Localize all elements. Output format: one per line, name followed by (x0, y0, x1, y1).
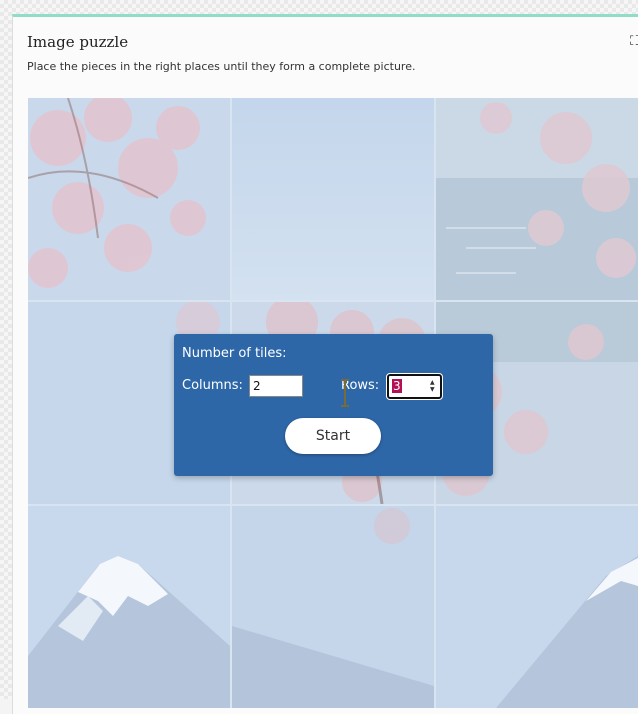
rows-value: 3 (392, 379, 402, 393)
tile-settings-dialog: Number of tiles: Columns: 2 Rows: 3 ▲ ▼ S… (174, 334, 493, 476)
columns-label: Columns: (182, 378, 243, 393)
expand-icon[interactable]: ⛶ (630, 35, 638, 49)
puzzle-tile[interactable] (28, 506, 230, 708)
number-of-tiles-heading: Number of tiles: (182, 346, 287, 361)
text-cursor-icon (341, 379, 349, 407)
puzzle-tile[interactable] (232, 506, 434, 708)
widget-subtitle: Place the pieces in the right places unt… (27, 60, 416, 73)
rows-input[interactable]: 3 ▲ ▼ (386, 373, 443, 400)
widget-title: Image puzzle (27, 33, 129, 51)
spinner-arrows-icon[interactable]: ▲ ▼ (430, 379, 437, 393)
puzzle-tile[interactable] (436, 98, 638, 300)
puzzle-tile[interactable] (232, 98, 434, 300)
start-button[interactable]: Start (285, 418, 381, 454)
columns-input[interactable]: 2 (249, 375, 303, 397)
puzzle-tile[interactable] (436, 506, 638, 708)
puzzle-tile[interactable] (28, 98, 230, 300)
